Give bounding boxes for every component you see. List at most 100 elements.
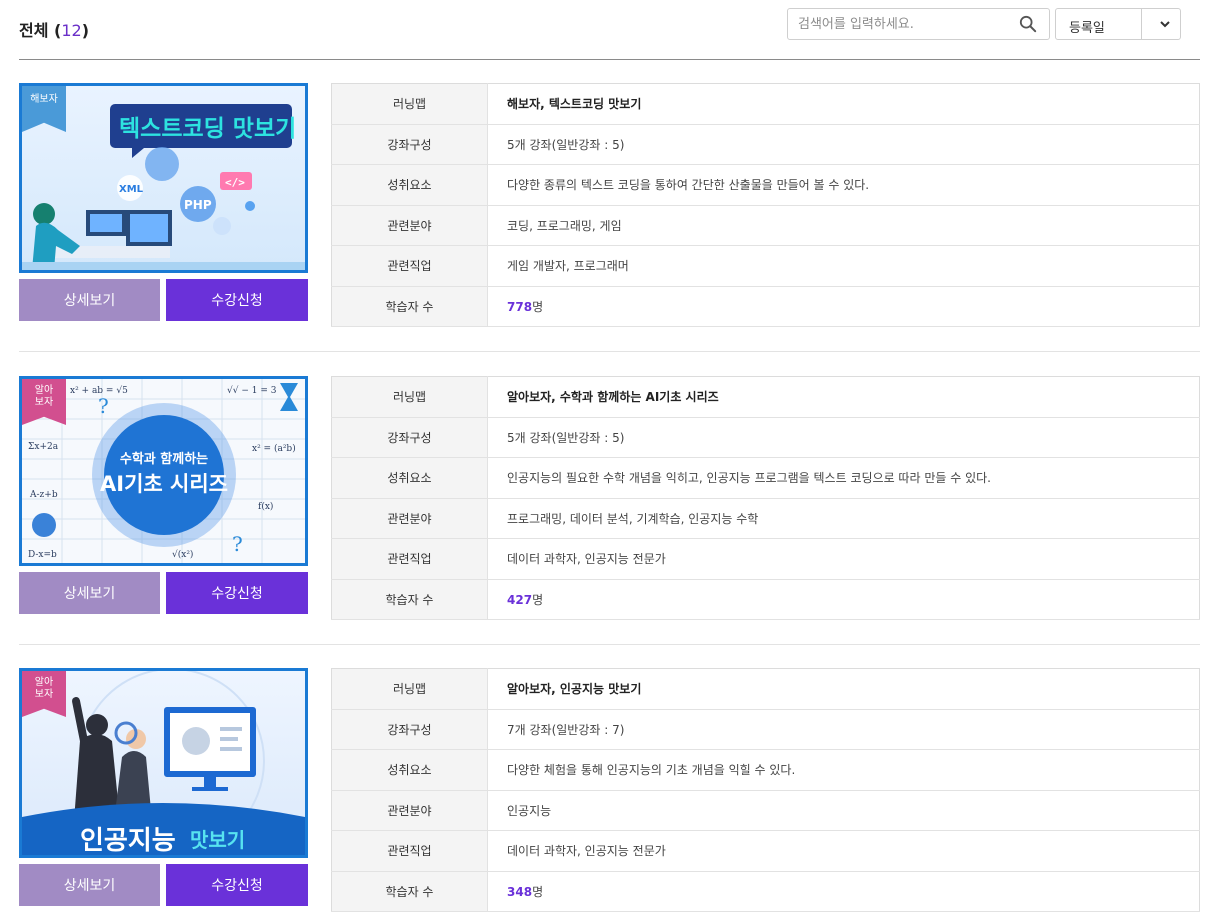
table-row: 학습자 수 348명 (331, 871, 1200, 912)
learners-value: 348명 (487, 871, 1200, 912)
chevron-down-icon[interactable] (1158, 17, 1172, 31)
job-value: 데이터 과학자, 인공지능 전문가 (487, 830, 1200, 872)
svg-text:?: ? (232, 532, 243, 556)
course-divider (19, 351, 1200, 352)
table-row: 관련직업 데이터 과학자, 인공지능 전문가 (331, 538, 1200, 580)
structure-value: 7개 강좌(일반강좌 : 7) (487, 709, 1200, 750)
table-row: 러닝맵 해보자, 텍스트코딩 맛보기 (331, 83, 1200, 125)
total-count-title: 전체 (12) (19, 17, 89, 41)
row-label-field: 관련분야 (331, 205, 488, 246)
detail-button[interactable]: 상세보기 (19, 864, 160, 906)
sort-divider (1141, 9, 1142, 39)
table-row: 관련직업 데이터 과학자, 인공지능 전문가 (331, 830, 1200, 872)
table-row: 학습자 수 427명 (331, 579, 1200, 620)
structure-value: 5개 강좌(일반강좌 : 5) (487, 417, 1200, 458)
field-value: 프로그래밍, 데이터 분석, 기계학습, 인공지능 수학 (487, 498, 1200, 539)
table-row: 관련분야 프로그래밍, 데이터 분석, 기계학습, 인공지능 수학 (331, 498, 1200, 539)
svg-text:Σx+2a: Σx+2a (28, 442, 59, 452)
row-label-field: 관련분야 (331, 498, 488, 539)
structure-value: 5개 강좌(일반강좌 : 5) (487, 124, 1200, 165)
learners-count: 348 (507, 884, 533, 899)
svg-text:?: ? (98, 394, 109, 418)
table-row: 관련분야 인공지능 (331, 790, 1200, 831)
course-info-table: 러닝맵 알아보자, 인공지능 맛보기 강좌구성 7개 강좌(일반강좌 : 7) 성취… (331, 668, 1200, 912)
row-label-achievement: 성취요소 (331, 749, 488, 791)
course-thumbnail[interactable]: 텍스트코딩 맛보기 XML PHP </> 해보자 (19, 83, 308, 273)
course-card: 텍스트코딩 맛보기 XML PHP </> 해보자 상세보기 수강신청 러닝맵 해… (19, 83, 1200, 328)
svg-text:A-z+b: A-z+b (29, 490, 58, 500)
row-label-structure: 강좌구성 (331, 417, 488, 458)
svg-text:</>: </> (225, 176, 245, 189)
search-icon[interactable] (1019, 15, 1037, 33)
thumb-title-line1: 인공지능 (80, 826, 176, 855)
course-thumbnail[interactable]: 인공지능 맛보기 알아 보자 (19, 668, 308, 858)
learners-unit: 명 (532, 299, 544, 314)
learners-unit: 명 (532, 884, 544, 899)
course-info-table: 러닝맵 해보자, 텍스트코딩 맛보기 강좌구성 5개 강좌(일반강좌 : 5) 성취… (331, 83, 1200, 327)
row-label-field: 관련분야 (331, 790, 488, 831)
table-row: 강좌구성 5개 강좌(일반강좌 : 5) (331, 417, 1200, 458)
sort-select[interactable]: 등록일 (1055, 8, 1181, 40)
svg-text:√(x²): √(x²) (172, 549, 193, 560)
thumb-title-line1: 수학과 함께하는 (120, 451, 208, 467)
table-row: 관련분야 코딩, 프로그래밍, 게임 (331, 205, 1200, 246)
row-label-roadmap: 러닝맵 (331, 83, 488, 125)
apply-button[interactable]: 수강신청 (166, 279, 308, 321)
learners-value: 778명 (487, 286, 1200, 327)
row-label-roadmap: 러닝맵 (331, 376, 488, 418)
achievement-value: 인공지능의 필요한 수학 개념을 익히고, 인공지능 프로그램을 텍스트 코딩으… (487, 457, 1200, 499)
thumb-title-line2: AI기초 시리즈 (100, 472, 228, 496)
apply-button[interactable]: 수강신청 (166, 572, 308, 614)
detail-button[interactable]: 상세보기 (19, 572, 160, 614)
table-row: 러닝맵 알아보자, 수학과 함께하는 AI기초 시리즈 (331, 376, 1200, 418)
achievement-value: 다양한 체험을 통해 인공지능의 기초 개념을 익힐 수 있다. (487, 749, 1200, 791)
detail-button[interactable]: 상세보기 (19, 279, 160, 321)
row-label-achievement: 성취요소 (331, 164, 488, 206)
row-label-learners: 학습자 수 (331, 579, 488, 620)
thumb-title-line2: 맛보기 (190, 828, 245, 852)
svg-text:PHP: PHP (184, 198, 212, 212)
table-row: 성취요소 다양한 체험을 통해 인공지능의 기초 개념을 익힐 수 있다. (331, 749, 1200, 791)
row-label-structure: 강좌구성 (331, 709, 488, 750)
learners-count: 778 (507, 299, 533, 314)
total-suffix: ) (81, 21, 89, 40)
row-label-job: 관련직업 (331, 538, 488, 580)
search-input[interactable] (788, 9, 1008, 39)
table-row: 강좌구성 5개 강좌(일반강좌 : 5) (331, 124, 1200, 165)
course-card: 인공지능 맛보기 알아 보자 상세보기 수강신청 러닝맵 알아보자, 인공지능 맛… (19, 668, 1200, 913)
row-label-job: 관련직업 (331, 830, 488, 872)
row-label-roadmap: 러닝맵 (331, 668, 488, 710)
row-label-learners: 학습자 수 (331, 286, 488, 327)
table-row: 학습자 수 778명 (331, 286, 1200, 327)
search-box (787, 8, 1050, 40)
row-label-job: 관련직업 (331, 245, 488, 287)
table-row: 성취요소 다양한 종류의 텍스트 코딩을 통하여 간단한 산출물을 만들어 볼 수… (331, 164, 1200, 206)
apply-button[interactable]: 수강신청 (166, 864, 308, 906)
total-label: 전체 ( (19, 21, 62, 40)
row-label-structure: 강좌구성 (331, 124, 488, 165)
table-row: 성취요소 인공지능의 필요한 수학 개념을 익히고, 인공지능 프로그램을 텍스트… (331, 457, 1200, 499)
table-row: 러닝맵 알아보자, 인공지능 맛보기 (331, 668, 1200, 710)
table-row: 강좌구성 7개 강좌(일반강좌 : 7) (331, 709, 1200, 750)
roadmap-value: 알아보자, 수학과 함께하는 AI기초 시리즈 (487, 376, 1200, 418)
svg-text:f(x): f(x) (258, 501, 273, 512)
badge-text: 알아 보자 (34, 677, 54, 700)
roadmap-value: 알아보자, 인공지능 맛보기 (487, 668, 1200, 710)
row-label-achievement: 성취요소 (331, 457, 488, 499)
course-divider (19, 644, 1200, 645)
svg-text:√√ − 1 = 3: √√ − 1 = 3 (227, 385, 277, 396)
table-row: 관련직업 게임 개발자, 프로그래머 (331, 245, 1200, 287)
learners-count: 427 (507, 592, 533, 607)
course-card: x² + ab = √5 √√ − 1 = 3 Σx+2a x² = (a²b) A… (19, 376, 1200, 621)
job-value: 데이터 과학자, 인공지능 전문가 (487, 538, 1200, 580)
svg-text:XML: XML (119, 184, 144, 195)
svg-text:D-x=b: D-x=b (28, 550, 57, 560)
field-value: 코딩, 프로그래밍, 게임 (487, 205, 1200, 246)
course-thumbnail[interactable]: x² + ab = √5 √√ − 1 = 3 Σx+2a x² = (a²b) A… (19, 376, 308, 566)
row-label-learners: 학습자 수 (331, 871, 488, 912)
thumb-title: 텍스트코딩 맛보기 (119, 116, 296, 142)
total-count: 12 (61, 21, 82, 40)
learners-value: 427명 (487, 579, 1200, 620)
sort-label: 등록일 (1069, 21, 1105, 36)
course-info-table: 러닝맵 알아보자, 수학과 함께하는 AI기초 시리즈 강좌구성 5개 강좌(일반강… (331, 376, 1200, 620)
